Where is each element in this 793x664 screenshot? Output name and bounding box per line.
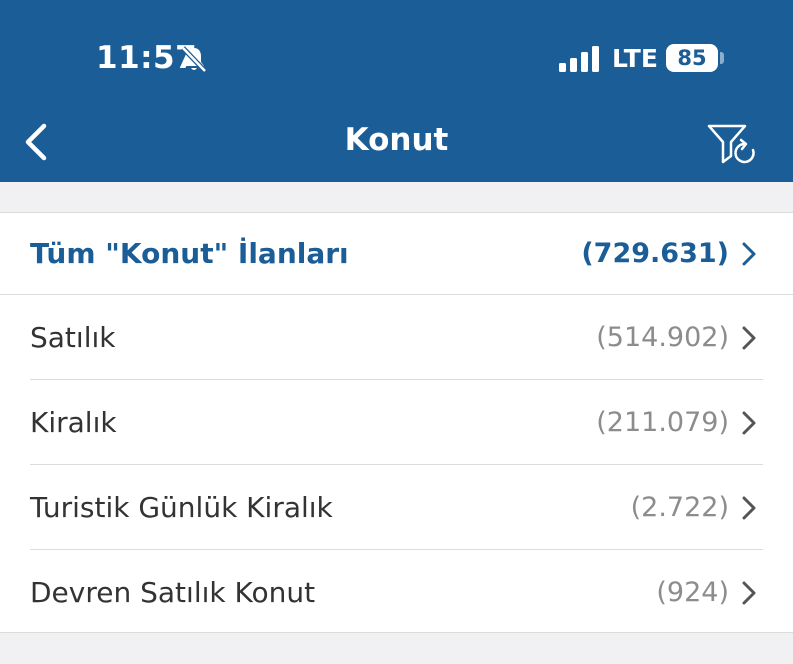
list-item-label: Satılık	[30, 321, 116, 354]
list-item-turistik[interactable]: Turistik Günlük Kiralık (2.722)	[0, 465, 793, 550]
list-item-count: (729.631)	[581, 238, 729, 269]
chevron-right-icon	[742, 242, 756, 265]
battery-nub	[720, 52, 724, 64]
list-item-all[interactable]: Tüm "Konut" İlanları (729.631)	[0, 213, 793, 295]
list-item-count: (2.722)	[630, 492, 729, 523]
silent-bell-icon	[181, 46, 207, 73]
category-list: Tüm "Konut" İlanları (729.631) Satılık (…	[0, 212, 793, 633]
chevron-right-icon	[742, 326, 756, 349]
list-item-kiralik[interactable]: Kiralık (211.079)	[0, 380, 793, 465]
chevron-right-icon	[742, 581, 756, 604]
page-title: Konut	[344, 122, 449, 158]
list-item-devren[interactable]: Devren Satılık Konut (924)	[0, 550, 793, 635]
filter-reset-icon[interactable]	[705, 122, 761, 166]
list-item-satilik[interactable]: Satılık (514.902)	[0, 295, 793, 380]
list-item-label: Tüm "Konut" İlanları	[30, 237, 349, 270]
signal-icon	[559, 46, 599, 72]
list-item-label: Turistik Günlük Kiralık	[30, 491, 333, 524]
header: 11:57 LTE 85 Konut	[0, 0, 793, 182]
list-item-count: (924)	[656, 577, 729, 608]
network-type: LTE	[612, 44, 658, 73]
list-item-label: Kiralık	[30, 406, 117, 439]
battery-level: 85	[677, 46, 707, 70]
chevron-right-icon	[742, 411, 756, 434]
list-item-count: (514.902)	[596, 322, 729, 353]
list-item-label: Devren Satılık Konut	[30, 576, 316, 609]
battery-icon: 85	[666, 44, 718, 72]
list-item-count: (211.079)	[596, 407, 729, 438]
chevron-right-icon	[742, 496, 756, 519]
